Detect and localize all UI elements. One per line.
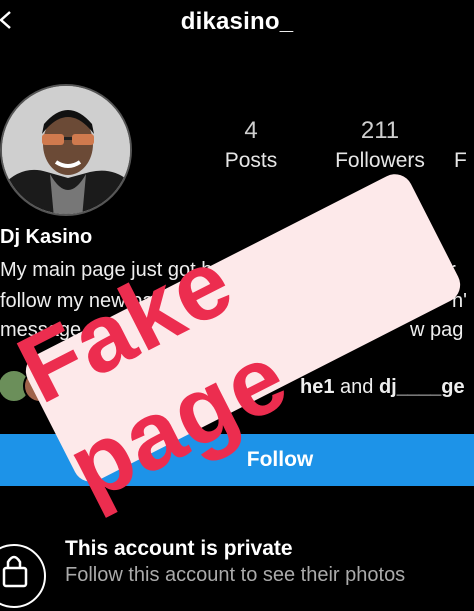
lock-icon — [0, 544, 46, 608]
posts-number: 4 — [244, 117, 258, 144]
following-count[interactable]: F — [454, 116, 474, 176]
private-account-subtitle: Follow this account to see their photos — [65, 564, 406, 586]
follow-label: Follow — [246, 448, 314, 471]
profile-avatar[interactable] — [0, 84, 132, 216]
posts-count[interactable]: 4 Posts — [212, 116, 290, 176]
avatar-image — [2, 86, 130, 214]
private-account-title: This account is private — [65, 537, 293, 560]
mutual-name-2[interactable]: dj____ge — [379, 376, 465, 398]
following-label: F — [454, 149, 467, 172]
profile-username: dikasino_ — [180, 8, 294, 35]
posts-label: Posts — [224, 149, 278, 172]
display-name: Dj Kasino — [0, 226, 93, 248]
